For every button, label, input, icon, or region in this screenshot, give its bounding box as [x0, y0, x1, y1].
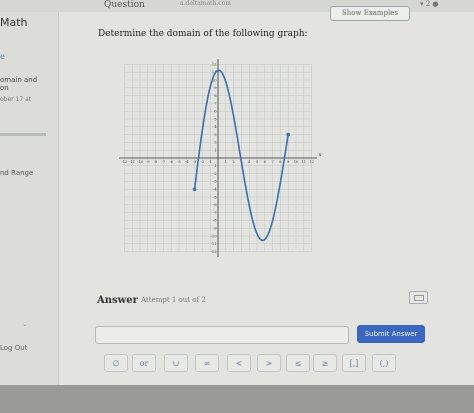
x-tick-label: 8: [279, 160, 282, 164]
question-text: Determine the domain of the following gr…: [98, 29, 308, 39]
keyboard-icon-inner: [414, 295, 424, 301]
y-tick-label: -5: [213, 195, 217, 199]
x-tick-label: -4: [185, 160, 189, 164]
sidebar: Math e omain and on ober 17 at nd Range …: [0, 12, 59, 385]
sidebar-item-domain-range-line2[interactable]: on: [0, 84, 9, 92]
x-tick-label: 9: [287, 160, 290, 164]
attempt-counter: Attempt 1 out of 2: [141, 296, 206, 304]
sidebar-item-e[interactable]: e: [0, 52, 5, 61]
x-tick-label: -3: [193, 160, 197, 164]
answer-label: Answer: [97, 295, 138, 306]
y-tick-label: -3: [213, 180, 217, 184]
x-tick-label: -11: [129, 160, 135, 164]
keypad-button[interactable]: (,): [372, 354, 396, 372]
function-graph: -12 -11 -10 -9 -8 -7 -6 -5 -4 -3 -2 -1 1 2 3 4 5 6 7 8 9 10 11…: [118, 58, 322, 258]
status-icons: ▾ 2 ●: [420, 0, 439, 8]
sidebar-item-range[interactable]: nd Range: [0, 169, 33, 177]
y-tick-label: 9: [214, 86, 217, 90]
y-tick-label: -1: [213, 164, 217, 168]
y-tick-label: -12: [211, 250, 217, 254]
keypad-button[interactable]: ≤: [286, 354, 310, 372]
keypad-button[interactable]: <: [227, 354, 251, 372]
y-tick-label: -10: [211, 234, 218, 238]
y-tick-label: 2: [214, 141, 216, 145]
screen: Question a.deltamath.com ▾ 2 ● Show Exam…: [0, 0, 474, 385]
x-tick-label: 2: [232, 160, 234, 164]
y-tick-label: -8: [213, 219, 217, 223]
keypad-button[interactable]: ∪: [164, 354, 188, 372]
device-bezel: [0, 385, 474, 413]
y-tick-label: 5: [214, 117, 217, 121]
keypad-button[interactable]: ∞: [195, 354, 219, 372]
x-tick-label: -5: [177, 160, 181, 164]
x-tick-label: -9: [146, 160, 150, 164]
x-tick-label: -2: [201, 160, 205, 164]
x-tick-label: -7: [162, 160, 166, 164]
x-tick-label: 7: [271, 160, 274, 164]
keypad-button[interactable]: or: [132, 354, 156, 372]
x-tick-label: 6: [264, 160, 267, 164]
keypad-button[interactable]: ≥: [313, 354, 337, 372]
x-tick-label: 4: [248, 160, 251, 164]
keyboard-icon[interactable]: [409, 291, 428, 304]
x-tick-label: -6: [169, 160, 173, 164]
x-axis-label: x: [319, 152, 322, 158]
y-tick-label: 8: [214, 94, 217, 98]
x-tick-label: 1: [225, 160, 227, 164]
progress-bar: [0, 133, 46, 136]
endpoint-dot: [286, 132, 290, 137]
x-tick-label: -8: [154, 160, 158, 164]
answer-input[interactable]: [95, 326, 349, 344]
y-tick-label: 1: [214, 149, 216, 153]
y-tick-label: -2: [213, 172, 217, 176]
x-tick-label: 5: [256, 160, 259, 164]
y-tick-label: 6: [214, 110, 217, 114]
y-tick-label: -9: [213, 227, 217, 231]
y-tick-label: 12: [212, 63, 217, 67]
y-tick-label: -4: [213, 188, 217, 192]
question-tab-label: Question: [104, 0, 145, 10]
x-tick-label: -12: [122, 160, 128, 164]
sidebar-title: Math: [0, 16, 28, 29]
x-tick-label: 10: [294, 160, 299, 164]
y-tick-label: -6: [213, 203, 217, 207]
x-tick-label: -10: [137, 160, 144, 164]
submit-answer-button[interactable]: Submit Answer: [357, 325, 425, 343]
y-tick-label: 7: [214, 102, 217, 106]
url-text: a.deltamath.com: [180, 0, 231, 7]
y-tick-label: 3: [214, 133, 217, 137]
graph-axes: [118, 58, 318, 258]
sidebar-item-domain-range[interactable]: omain and: [0, 76, 37, 84]
endpoint-dot: [192, 187, 197, 191]
y-tick-label: -7: [213, 211, 217, 215]
x-tick-label: 12: [309, 160, 314, 164]
sidebar-item-date: ober 17 at: [0, 96, 32, 103]
chevron-down-icon[interactable]: ⌄: [22, 320, 28, 328]
x-tick-label: -1: [208, 160, 212, 164]
show-examples-button[interactable]: Show Examples: [330, 6, 410, 21]
keypad-button[interactable]: >: [257, 354, 281, 372]
keypad-button[interactable]: [,]: [342, 354, 366, 372]
x-tick-label: 11: [302, 160, 307, 164]
logout-link[interactable]: Log Out: [0, 344, 27, 352]
keypad-button[interactable]: ∅: [104, 354, 128, 372]
y-tick-label: -11: [211, 242, 217, 246]
y-tick-label: 4: [214, 125, 217, 129]
